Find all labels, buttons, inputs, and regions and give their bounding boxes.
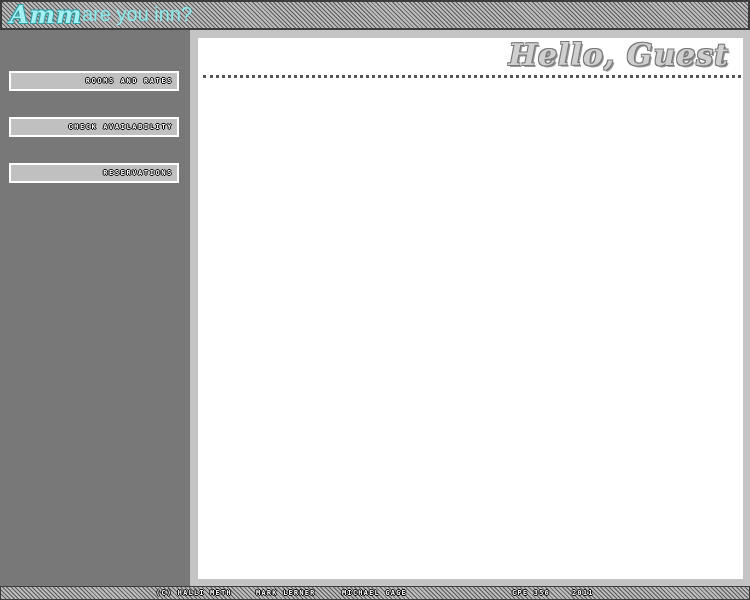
greeting-heading: Hello, Guest	[508, 38, 729, 73]
site-logo[interactable]: Amm	[10, 0, 82, 29]
footer-copyright: (C) HALLI METH	[156, 589, 232, 597]
footer-year: 2011	[572, 589, 594, 597]
nav-check-availability-button[interactable]: CHECK AVAILABILITY	[9, 117, 179, 137]
main-content-panel: Hello, Guest	[198, 38, 743, 579]
sidebar: ROOMS AND RATES CHECK AVAILABILITY RESER…	[0, 30, 190, 586]
nav-rooms-and-rates-button[interactable]: ROOMS AND RATES	[9, 71, 179, 91]
footer-course: CPE 356	[512, 589, 550, 597]
dotted-divider	[203, 75, 741, 78]
footer-author-mark: MARK LERNER	[256, 589, 316, 597]
footer-bar: (C) HALLI METH MARK LERNER MICHAEL GAGE …	[0, 586, 750, 600]
site-tagline: are you inn?	[82, 4, 193, 26]
footer-author-michael: MICHAEL GAGE	[342, 589, 407, 597]
header-bar: Amm are you inn?	[0, 0, 750, 30]
nav-reservations-button[interactable]: RESERVATIONS	[9, 163, 179, 183]
